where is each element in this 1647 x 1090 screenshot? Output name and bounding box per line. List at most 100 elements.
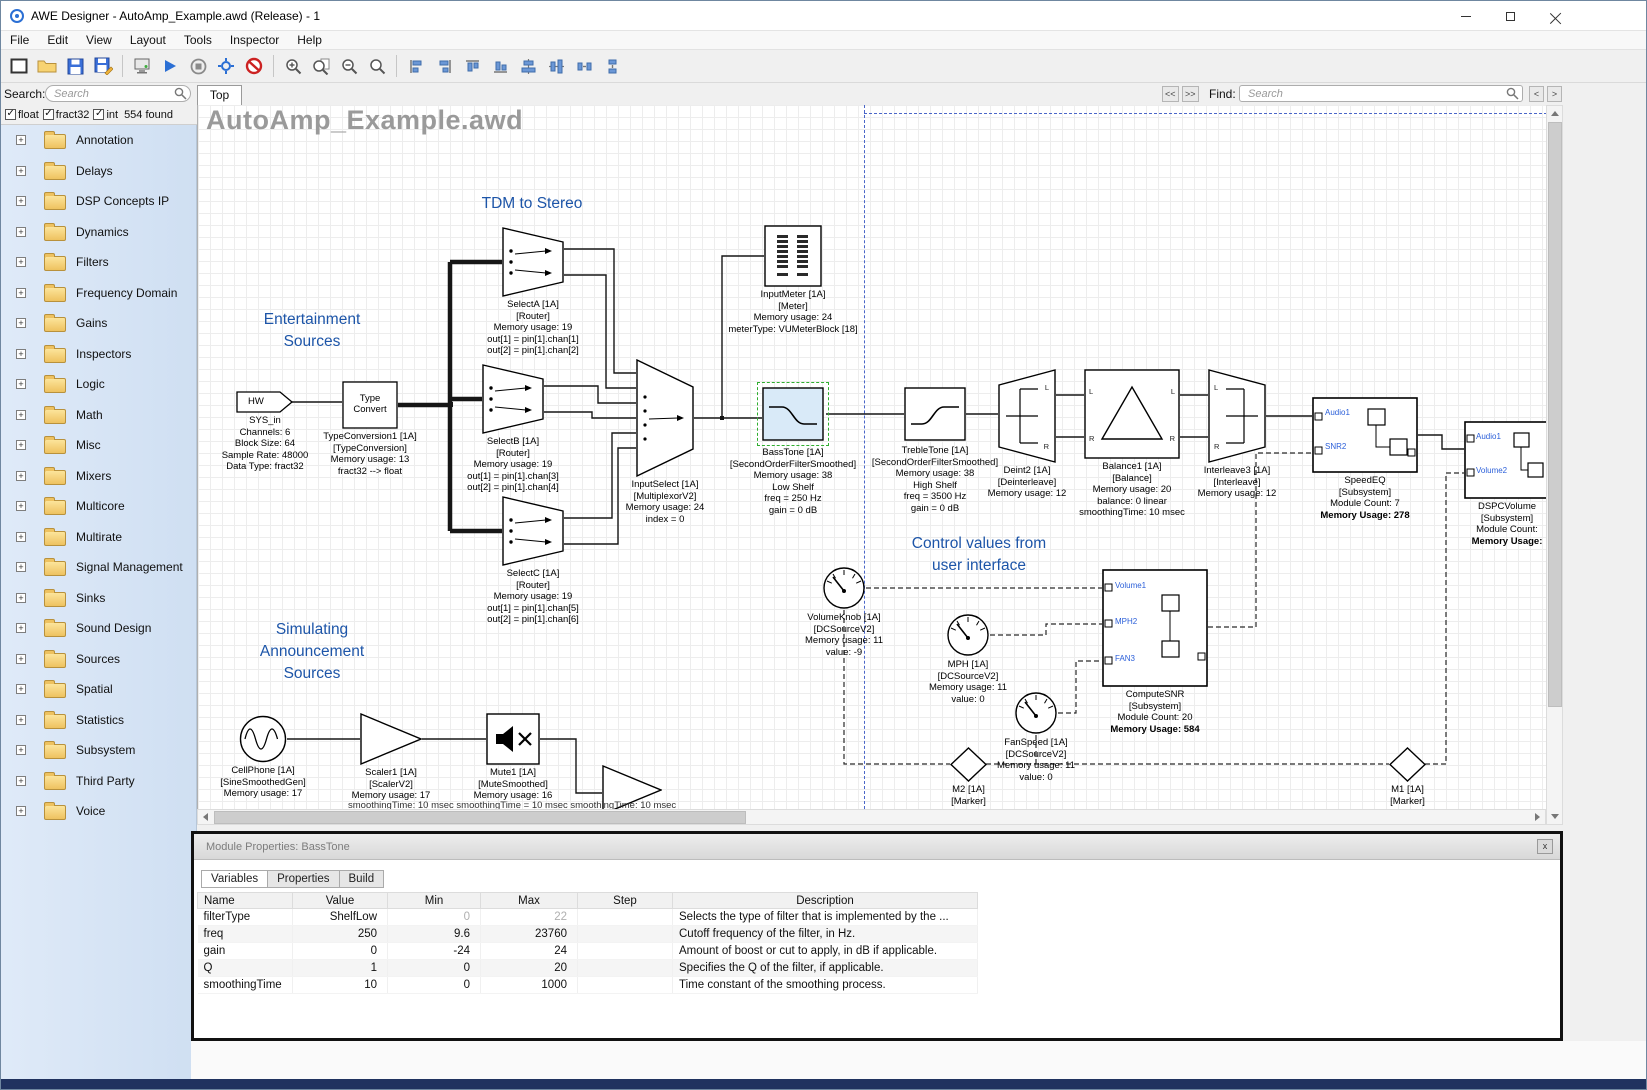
new-design-icon[interactable] — [5, 53, 33, 80]
find-next-button[interactable]: > — [1547, 86, 1562, 102]
run-icon[interactable] — [156, 53, 184, 80]
menu-help[interactable]: Help — [288, 31, 331, 49]
zoom-fit-icon[interactable] — [307, 53, 335, 80]
module-selecta[interactable]: SelectA [1A][Router]Memory usage: 19out[… — [502, 227, 564, 297]
expand-icon[interactable] — [16, 227, 26, 237]
align-right-icon[interactable] — [430, 53, 458, 80]
sidebar-item-sinks[interactable]: Sinks — [1, 583, 196, 614]
connect-server-icon[interactable] — [128, 53, 156, 80]
module-interleave3[interactable]: L R Interleave3 [1A][Interleave]Memory u… — [1208, 369, 1266, 463]
canvas-horizontal-scrollbar[interactable] — [197, 809, 1546, 825]
module-m2[interactable]: M2 [1A][Marker] — [950, 747, 987, 782]
align-center-horizontal-icon[interactable] — [514, 53, 542, 80]
tab-properties[interactable]: Properties — [267, 870, 339, 888]
expand-icon[interactable] — [16, 379, 26, 389]
design-canvas[interactable]: AutoAmp_Example.awd TDM to Stereo Entert… — [197, 105, 1546, 809]
module-mph[interactable]: MPH [1A][DCSourceV2]Memory usage: 11valu… — [946, 613, 990, 657]
sidebar-item-annotation[interactable]: Annotation — [1, 125, 196, 156]
find-input[interactable] — [1239, 85, 1523, 102]
module-basstone[interactable]: BassTone [1A][SecondOrderFilterSmoothed]… — [762, 387, 824, 441]
module-balance1[interactable]: L R L R Balance1 [1A][Balance]Memory usa… — [1084, 369, 1180, 459]
tab-top[interactable]: Top — [197, 85, 242, 105]
sidebar-item-voice[interactable]: Voice — [1, 796, 196, 827]
sidebar-item-delays[interactable]: Delays — [1, 156, 196, 187]
sidebar-item-third-party[interactable]: Third Party — [1, 766, 196, 797]
menu-file[interactable]: File — [1, 31, 38, 49]
panel-close-icon[interactable]: x — [1537, 839, 1553, 854]
menu-layout[interactable]: Layout — [121, 31, 175, 49]
annotation-announcement-sources[interactable]: SimulatingAnnouncementSources — [260, 619, 364, 685]
module-selectc[interactable]: SelectC [1A][Router]Memory usage: 19out[… — [502, 496, 564, 566]
cell-value[interactable]: 10 — [293, 977, 388, 994]
module-scaler1[interactable]: Scaler1 [1A][ScalerV2]Memory usage: 17 — [360, 713, 422, 765]
tab-variables[interactable]: Variables — [201, 870, 268, 888]
find-prev-all-button[interactable]: << — [1162, 86, 1179, 102]
sidebar-item-sound-design[interactable]: Sound Design — [1, 613, 196, 644]
align-left-icon[interactable] — [402, 53, 430, 80]
module-trebletone[interactable]: TrebleTone [1A][SecondOrderFilterSmoothe… — [904, 387, 966, 441]
module-deint2[interactable]: L R Deint2 [1A][Deinterleave]Memory usag… — [998, 369, 1056, 463]
expand-icon[interactable] — [16, 349, 26, 359]
search-input[interactable] — [45, 85, 191, 102]
find-prev-button[interactable]: < — [1529, 86, 1544, 102]
module-dspcvolume[interactable]: Audio1 Volume2 DSPCVolume[Subsystem]Modu… — [1464, 421, 1546, 499]
sidebar-item-inspectors[interactable]: Inspectors — [1, 339, 196, 370]
diagram-title[interactable]: AutoAmp_Example.awd — [206, 105, 523, 136]
sidebar-item-statistics[interactable]: Statistics — [1, 705, 196, 736]
module-speedeq[interactable]: Audio1 SNR2 SpeedEQ[Subsystem]Module Cou… — [1312, 397, 1418, 473]
halt-icon[interactable] — [240, 53, 268, 80]
annotation-entertainment-sources[interactable]: EntertainmentSources — [264, 309, 361, 353]
expand-icon[interactable] — [16, 135, 26, 145]
sidebar-item-spatial[interactable]: Spatial — [1, 674, 196, 705]
expand-icon[interactable] — [16, 654, 26, 664]
module-cellphone[interactable]: CellPhone [1A][SineSmoothedGen]Memory us… — [239, 715, 287, 763]
module-inputselect[interactable]: InputSelect [1A][MultiplexorV2]Memory us… — [636, 359, 694, 477]
find-next-all-button[interactable]: >> — [1182, 86, 1199, 102]
fract32-checkbox[interactable] — [43, 109, 54, 120]
annotation-control-values[interactable]: Control values fromuser interface — [912, 533, 1046, 577]
sidebar-item-dsp-concepts-ip[interactable]: DSP Concepts IP — [1, 186, 196, 217]
space-vertical-icon[interactable] — [598, 53, 626, 80]
scroll-right-icon[interactable] — [1530, 810, 1545, 824]
properties-header[interactable]: Module Properties: BassTone x — [194, 834, 1560, 860]
menu-view[interactable]: View — [77, 31, 121, 49]
space-horizontal-icon[interactable] — [570, 53, 598, 80]
sidebar-item-subsystem[interactable]: Subsystem — [1, 735, 196, 766]
sidebar-item-multicore[interactable]: Multicore — [1, 491, 196, 522]
menu-inspector[interactable]: Inspector — [221, 31, 288, 49]
expand-icon[interactable] — [16, 318, 26, 328]
close-button[interactable] — [1533, 1, 1578, 31]
float-checkbox[interactable] — [5, 109, 16, 120]
expand-icon[interactable] — [16, 593, 26, 603]
expand-icon[interactable] — [16, 745, 26, 755]
cell-value[interactable]: 1 — [293, 960, 388, 977]
zoom-in-icon[interactable] — [279, 53, 307, 80]
canvas-vertical-scrollbar[interactable] — [1546, 105, 1563, 825]
vertical-scroll-thumb[interactable] — [1548, 122, 1562, 707]
expand-icon[interactable] — [16, 257, 26, 267]
sidebar-item-sources[interactable]: Sources — [1, 644, 196, 675]
menu-tools[interactable]: Tools — [175, 31, 221, 49]
cell-value[interactable]: 250 — [293, 926, 388, 943]
sidebar-item-misc[interactable]: Misc — [1, 430, 196, 461]
st op-icon[interactable] — [184, 53, 212, 80]
cell-value[interactable]: 0 — [293, 943, 388, 960]
sidebar-item-mixers[interactable]: Mixers — [1, 461, 196, 492]
expand-icon[interactable] — [16, 440, 26, 450]
zoom-region-icon[interactable] — [363, 53, 391, 80]
sidebar-item-gains[interactable]: Gains — [1, 308, 196, 339]
module-sys-in[interactable]: HW SYS_inChannels: 6Block Size: 64Sample… — [236, 391, 294, 413]
menu-edit[interactable]: Edit — [38, 31, 77, 49]
int-checkbox[interactable] — [93, 109, 104, 120]
sidebar-item-math[interactable]: Math — [1, 400, 196, 431]
module-selectb[interactable]: SelectB [1A][Router]Memory usage: 19out[… — [482, 364, 544, 434]
save-as-icon[interactable] — [89, 53, 117, 80]
sidebar-item-filters[interactable]: Filters — [1, 247, 196, 278]
scroll-up-icon[interactable] — [1547, 106, 1562, 121]
align-center-vertical-icon[interactable] — [542, 53, 570, 80]
module-fanspeed[interactable]: FanSpeed [1A][DCSourceV2]Memory usage: 1… — [1014, 691, 1058, 735]
expand-icon[interactable] — [16, 410, 26, 420]
expand-icon[interactable] — [16, 532, 26, 542]
sidebar-item-frequency-domain[interactable]: Frequency Domain — [1, 278, 196, 309]
module-m1[interactable]: M1 [1A][Marker] — [1389, 747, 1426, 782]
